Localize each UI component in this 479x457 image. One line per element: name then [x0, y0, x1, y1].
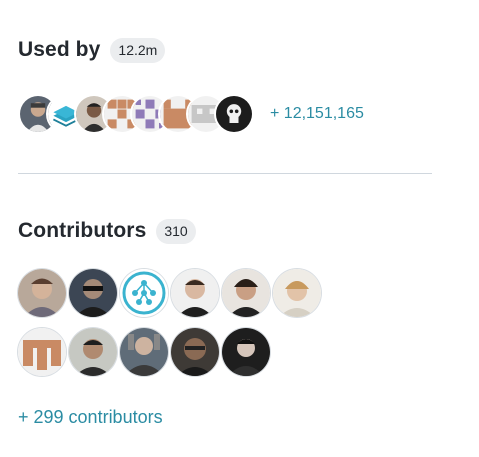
contributor-avatar-1[interactable] [18, 269, 66, 317]
identicon-tan-contributor-avatar[interactable] [18, 328, 66, 376]
contributors-title[interactable]: Contributors [18, 219, 146, 243]
contributors-avatar-grid [18, 269, 378, 376]
contributor-avatar-4[interactable] [171, 269, 219, 317]
contributor-avatar-6[interactable] [273, 269, 321, 317]
used-by-more-link[interactable]: + 12,151,165 [270, 105, 364, 123]
contributors-count-badge: 310 [156, 218, 196, 244]
used-by-heading[interactable]: Used by 12.2m [18, 30, 432, 70]
contributor-avatar-8[interactable] [69, 328, 117, 376]
used-by-avatar-stack[interactable]: + 12,151,165 [18, 92, 364, 136]
contributors-more-link[interactable]: + 299 contributors [18, 407, 163, 428]
contributor-avatar-10[interactable] [171, 328, 219, 376]
contributor-avatar-11[interactable] [222, 328, 270, 376]
skull-avatar[interactable] [214, 94, 254, 134]
contributors-section: Contributors 310 + 299 contributors [18, 211, 432, 427]
used-by-section: Used by 12.2m + 12,151,165 [18, 30, 432, 134]
contributor-avatar-9[interactable] [120, 328, 168, 376]
contributor-avatar-5[interactable] [222, 269, 270, 317]
used-by-title[interactable]: Used by [18, 38, 100, 62]
contributors-heading[interactable]: Contributors 310 [18, 211, 432, 251]
used-by-count-badge: 12.2m [110, 37, 166, 63]
contributor-avatar-2[interactable] [69, 269, 117, 317]
section-divider [18, 173, 432, 174]
network-logo-avatar[interactable] [120, 269, 168, 317]
